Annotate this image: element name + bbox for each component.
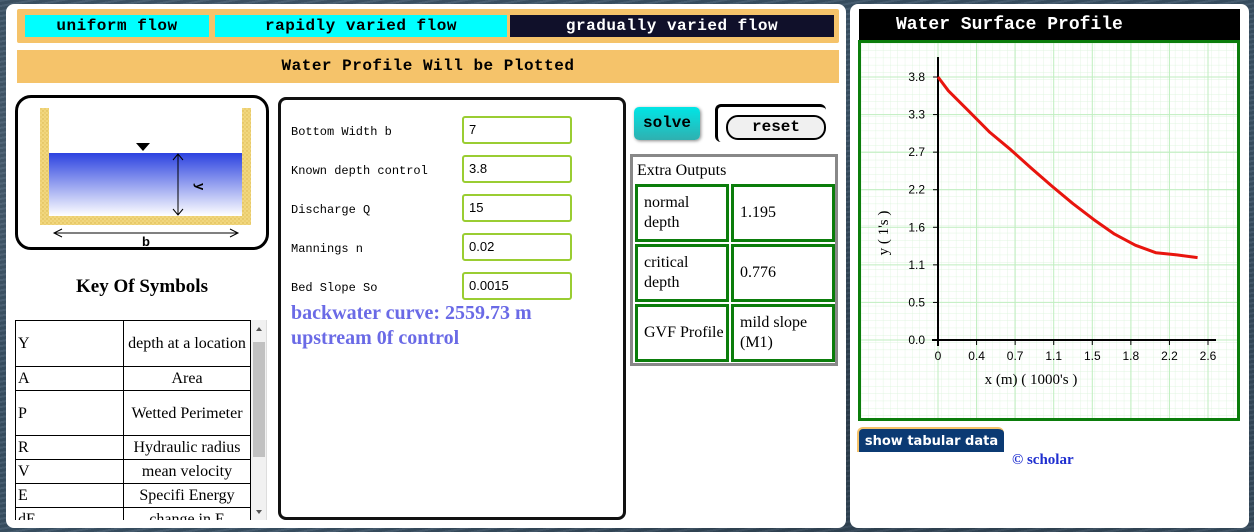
bottom-width-input[interactable]: 7 (462, 116, 572, 144)
y-tick-label: 3.8 (908, 70, 925, 84)
y-tick-label: 0.5 (908, 295, 925, 309)
tab-rapidly-varied-flow[interactable]: rapidly varied flow (215, 15, 507, 37)
mannings-n-input[interactable]: 0.02 (462, 233, 572, 261)
tab-uniform-flow[interactable]: uniform flow (25, 15, 209, 37)
normal-depth-label: normal depth (635, 184, 729, 242)
chart-panel: Water Surface Profile 0 0.4 0.7 1.1 1.5 1.8 2.… (850, 4, 1249, 528)
gvf-profile-value: mild slope (M1) (731, 304, 835, 362)
x-axis-label: x (m) ( 1000's ) (985, 372, 1078, 388)
x-tick-label: 2.6 (1200, 349, 1217, 363)
chart-title: Water Surface Profile (859, 9, 1240, 42)
tab-gradually-varied-flow[interactable]: gradually varied flow (510, 15, 834, 37)
channel-cross-section: y b (40, 108, 251, 249)
x-tick-label: 1.1 (1045, 349, 1062, 363)
critical-depth-value: 0.776 (731, 244, 835, 302)
scroll-thumb[interactable] (253, 342, 265, 457)
channel-bed (40, 216, 251, 225)
normal-depth-value: 1.195 (731, 184, 835, 242)
gvf-profile-label: GVF Profile (635, 304, 729, 362)
chart-frame: 0 0.4 0.7 1.1 1.5 1.8 2.2 2.6 0.0 0.5 1.1 1.6 2.2 2.7… (858, 40, 1240, 421)
y-axis-label: y ( 1's ) (876, 211, 892, 256)
table-row: R Hydraulic radius (15, 435, 251, 460)
width-label: b (142, 234, 150, 247)
y-tick-label: 1.6 (908, 220, 925, 234)
key-table-scroll[interactable]: Ydepth at a location A Area P Wetted Perim… (15, 320, 267, 520)
key-title: Key Of Symbols (76, 276, 208, 297)
y-tick-label: 3.3 (908, 108, 925, 122)
x-tick-label: 1.8 (1123, 349, 1140, 363)
right-wall (242, 108, 251, 225)
flow-type-tabs: uniform flow rapidly varied flow gradual… (17, 9, 839, 43)
status-banner: Water Profile Will be Plotted (17, 50, 839, 83)
result-text: backwater curve: 2559.73 m upstream 0f c… (291, 302, 532, 349)
x-tick-label: 0.7 (1007, 349, 1024, 363)
table-row: P Wetted Perimeter (15, 390, 251, 436)
x-tick-label: 0.4 (968, 349, 985, 363)
solve-button[interactable]: solve (634, 107, 700, 140)
known-depth-input[interactable]: 3.8 (462, 155, 572, 183)
critical-depth-label: critical depth (635, 244, 729, 302)
table-row: A Area (15, 366, 251, 391)
bottom-width-label: Bottom Width b (291, 125, 392, 139)
x-tick-label: 1.5 (1084, 349, 1101, 363)
scroll-up-icon[interactable] (256, 327, 262, 331)
discharge-input[interactable]: 15 (462, 194, 572, 222)
left-wall (40, 108, 49, 225)
table-row: Ydepth at a location (15, 320, 251, 367)
discharge-label: Discharge Q (291, 203, 371, 217)
bed-slope-label: Bed Slope So (291, 281, 378, 295)
table-row: E Specifi Energy (15, 483, 251, 508)
y-tick-label: 1.1 (908, 258, 925, 272)
x-tick-label: 0 (935, 349, 942, 363)
table-row: Vmean velocity (15, 459, 251, 484)
table-row: dE change in E (15, 507, 251, 520)
show-tabular-data-button[interactable]: show tabular data (857, 427, 1004, 452)
input-form: Bottom Width b 7 Known depth control 3.8… (278, 97, 626, 520)
y-tick-label: 2.7 (908, 145, 925, 159)
scroll-down-icon[interactable] (256, 510, 262, 514)
reset-button[interactable]: reset (726, 115, 826, 140)
channel-diagram: y b (15, 95, 269, 250)
extra-outputs: Extra Outputs normal depth 1.195 critica… (630, 154, 838, 366)
x-tick-label: 2.2 (1161, 349, 1178, 363)
reset-button-frame: reset (715, 104, 826, 142)
depth-label: y (193, 183, 208, 191)
known-depth-label: Known depth control (291, 164, 428, 178)
bed-slope-input[interactable]: 0.0015 (462, 272, 572, 300)
key-table: Ydepth at a location A Area P Wetted Perim… (15, 320, 251, 520)
key-scrollbar[interactable] (251, 320, 266, 520)
mannings-n-label: Mannings n (291, 242, 364, 256)
water-surface-marker-icon (136, 143, 150, 151)
water-surface-chart: 0 0.4 0.7 1.1 1.5 1.8 2.2 2.6 0.0 0.5 1.1 1.6 2.2 2.7… (861, 43, 1237, 418)
water-body (49, 153, 242, 216)
y-tick-label: 2.2 (908, 183, 925, 197)
calculator-panel: uniform flow rapidly varied flow gradual… (6, 4, 846, 528)
extra-outputs-title: Extra Outputs (637, 162, 727, 179)
y-tick-label: 0.0 (908, 333, 925, 347)
credit-text: © scholar (1012, 452, 1074, 468)
